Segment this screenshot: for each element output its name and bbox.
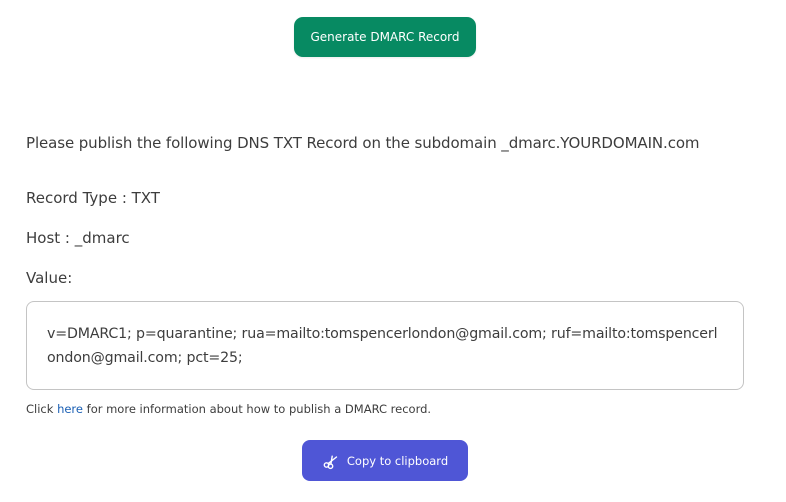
record-type-line: Record Type : TXT [26,189,160,207]
generate-dmarc-record-button[interactable]: Generate DMARC Record [294,17,476,57]
publish-instruction: Please publish the following DNS TXT Rec… [26,134,700,152]
help-link[interactable]: here [57,402,83,416]
dmarc-result-page: Generate DMARC Record Please publish the… [0,0,786,502]
help-note-prefix: Click [26,402,58,416]
value-label: Value: [26,269,73,287]
dmarc-value-box[interactable]: v=DMARC1; p=quarantine; rua=mailto:tomsp… [26,301,744,390]
help-note: Click here for more information about ho… [26,402,431,416]
copy-to-clipboard-button[interactable]: Copy to clipboard [302,440,468,481]
help-note-suffix: for more information about how to publis… [82,402,432,416]
dmarc-value-text[interactable]: v=DMARC1; p=quarantine; rua=mailto:tomsp… [47,322,725,370]
scissors-icon [322,452,340,470]
host-line: Host : _dmarc [26,229,130,247]
copy-button-label: Copy to clipboard [346,453,449,468]
